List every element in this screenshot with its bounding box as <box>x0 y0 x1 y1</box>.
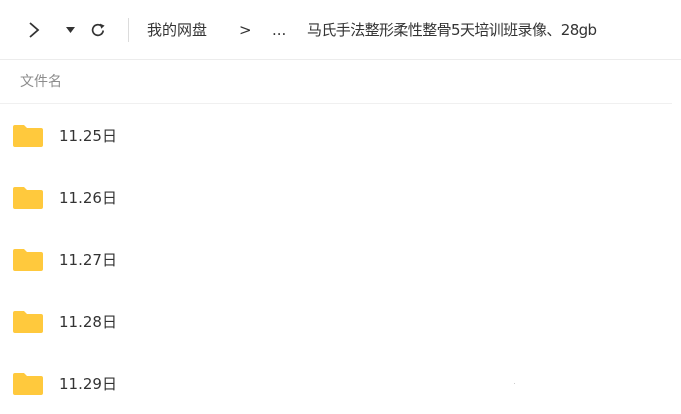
list-item[interactable]: 11.28日 <box>0 290 681 352</box>
folder-icon <box>13 373 43 395</box>
breadcrumb-root[interactable]: 我的网盘 <box>147 19 207 41</box>
folder-name[interactable]: 11.28日 <box>59 311 117 333</box>
folder-name[interactable]: 11.25日 <box>59 125 117 147</box>
stray-dot <box>514 383 515 384</box>
list-item[interactable]: 11.27日 <box>0 228 681 290</box>
folder-name[interactable]: 11.26日 <box>59 187 117 209</box>
folder-icon <box>13 187 43 209</box>
chevron-right-icon[interactable] <box>26 19 42 41</box>
list-item[interactable]: 11.29日 <box>0 352 681 414</box>
folder-icon <box>13 249 43 271</box>
folder-name[interactable]: 11.29日 <box>59 373 117 395</box>
toolbar: 我的网盘 > ... 马氏手法整形柔性整骨5天培训班录像、28gb <box>0 0 681 60</box>
folder-name[interactable]: 11.27日 <box>59 249 117 271</box>
toolbar-divider <box>128 18 129 42</box>
folder-icon <box>13 311 43 333</box>
column-header-filename[interactable]: 文件名 <box>20 71 62 93</box>
list-item[interactable]: 11.26日 <box>0 166 681 228</box>
folder-icon <box>13 125 43 147</box>
breadcrumb-current: 马氏手法整形柔性整骨5天培训班录像、28gb <box>307 21 597 39</box>
refresh-icon[interactable] <box>89 19 107 41</box>
list-item[interactable]: 11.25日 <box>0 104 681 166</box>
caret-down-icon[interactable] <box>64 19 76 41</box>
breadcrumb-ellipsis[interactable]: ... <box>272 19 286 41</box>
breadcrumb-separator: > <box>239 21 252 39</box>
